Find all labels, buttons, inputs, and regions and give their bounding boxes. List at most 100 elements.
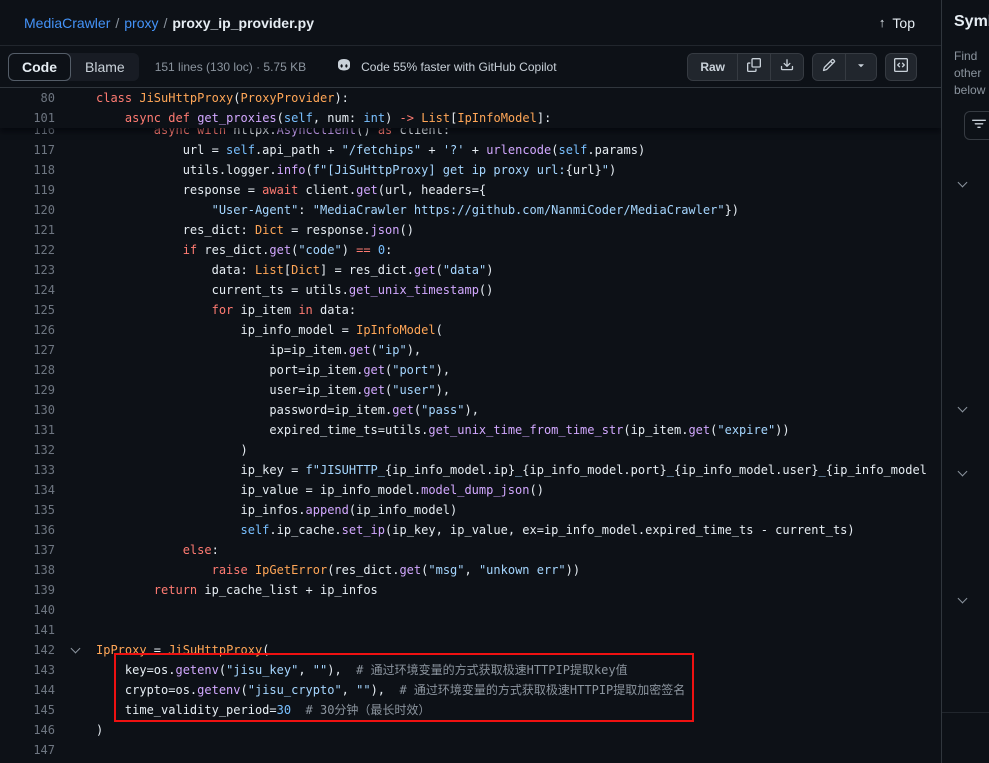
- gutter-space: [55, 480, 96, 500]
- symbols-panel-title: Symbols: [954, 13, 989, 31]
- line-number-143[interactable]: 143: [0, 660, 55, 680]
- line-number-126[interactable]: 126: [0, 320, 55, 340]
- filter-symbols-button[interactable]: [964, 111, 989, 140]
- line-number-123[interactable]: 123: [0, 260, 55, 280]
- line-number-144[interactable]: 144: [0, 680, 55, 700]
- collapse-chevron-icon[interactable]: [71, 643, 81, 653]
- scroll-to-top-button[interactable]: ↑ Top: [879, 15, 915, 31]
- line-number-139[interactable]: 139: [0, 580, 55, 600]
- code-line-138: 138 raise IpGetError(res_dict.get("msg",…: [0, 560, 941, 580]
- code-line-129: 129 user=ip_item.get("user"),: [0, 380, 941, 400]
- download-raw-button[interactable]: [770, 54, 803, 80]
- code-text: class JiSuHttpProxy(ProxyProvider):: [96, 88, 349, 108]
- edit-button-group: [812, 53, 877, 81]
- code-text: user=ip_item.get("user"),: [96, 380, 450, 400]
- code-text: port=ip_item.get("port"),: [96, 360, 450, 380]
- line-number-118[interactable]: 118: [0, 160, 55, 180]
- code-line-127: 127 ip=ip_item.get("ip"),: [0, 340, 941, 360]
- gutter-space: [55, 420, 96, 440]
- code-line-133: 133 ip_key = f"JISUHTTP_{ip_info_model.i…: [0, 460, 941, 480]
- line-number-130[interactable]: 130: [0, 400, 55, 420]
- line-number-131[interactable]: 131: [0, 420, 55, 440]
- line-number-142[interactable]: 142: [0, 640, 55, 660]
- gutter-space: [55, 500, 96, 520]
- line-number-138[interactable]: 138: [0, 560, 55, 580]
- tab-blame[interactable]: Blame: [71, 53, 139, 81]
- gutter-space: [55, 160, 96, 180]
- line-number-137[interactable]: 137: [0, 540, 55, 560]
- pencil-icon: [822, 58, 836, 75]
- gutter-space: [55, 108, 96, 128]
- line-number-135[interactable]: 135: [0, 500, 55, 520]
- code-line-119: 119 response = await client.get(url, hea…: [0, 180, 941, 200]
- file-meta: 151 lines (130 loc) · 5.75 KB: [155, 60, 306, 74]
- code-line-134: 134 ip_value = ip_info_model.model_dump_…: [0, 480, 941, 500]
- gutter-space: [55, 380, 96, 400]
- symbol-group-chevron-down-icon[interactable]: [958, 403, 968, 413]
- symbol-group-chevron-down-icon[interactable]: [958, 467, 968, 477]
- code-line-123: 123 data: List[Dict] = res_dict.get("dat…: [0, 260, 941, 280]
- line-number-101[interactable]: 101: [0, 108, 55, 128]
- line-number-147[interactable]: 147: [0, 740, 55, 760]
- symbols-panel-toggle-button[interactable]: [885, 53, 917, 81]
- breadcrumb: MediaCrawler / proxy / proxy_ip_provider…: [24, 15, 314, 31]
- code-text: self.ip_cache.set_ip(ip_key, ip_value, e…: [96, 520, 855, 540]
- code-text: ip_key = f"JISUHTTP_{ip_info_model.ip}_{…: [96, 460, 927, 480]
- file-header: MediaCrawler / proxy / proxy_ip_provider…: [0, 0, 941, 46]
- line-number-120[interactable]: 120: [0, 200, 55, 220]
- code-text: data: List[Dict] = res_dict.get("data"): [96, 260, 493, 280]
- gutter-space: [55, 560, 96, 580]
- code-text: if res_dict.get("code") == 0:: [96, 240, 392, 260]
- code-line-139: 139 return ip_cache_list + ip_infos: [0, 580, 941, 600]
- line-number-80[interactable]: 80: [0, 88, 55, 108]
- tab-code[interactable]: Code: [8, 53, 71, 81]
- line-number-121[interactable]: 121: [0, 220, 55, 240]
- line-number-124[interactable]: 124: [0, 280, 55, 300]
- copy-icon: [747, 58, 761, 75]
- code-area: 116 async with httpx.AsyncClient() as cl…: [0, 88, 941, 763]
- symbol-group-chevron-down-icon[interactable]: [958, 178, 968, 188]
- copy-raw-button[interactable]: [737, 54, 770, 80]
- gutter-space: [55, 660, 96, 680]
- line-number-140[interactable]: 140: [0, 600, 55, 620]
- code-text: expired_time_ts=utils.get_unix_time_from…: [96, 420, 790, 440]
- raw-button[interactable]: Raw: [688, 54, 737, 80]
- edit-file-button[interactable]: [813, 54, 845, 80]
- line-number-129[interactable]: 129: [0, 380, 55, 400]
- code-line-122: 122 if res_dict.get("code") == 0:: [0, 240, 941, 260]
- edit-dropdown-button[interactable]: [845, 54, 876, 80]
- code-line-142: 142IpProxy = JiSuHttpProxy(: [0, 640, 941, 660]
- gutter-space: [55, 180, 96, 200]
- code-lines: 116 async with httpx.AsyncClient() as cl…: [0, 88, 941, 760]
- code-line-80: 80 class JiSuHttpProxy(ProxyProvider):: [0, 88, 941, 108]
- line-number-119[interactable]: 119: [0, 180, 55, 200]
- line-number-146[interactable]: 146: [0, 720, 55, 740]
- code-line-144: 144 crypto=os.getenv("jisu_crypto", ""),…: [0, 680, 941, 700]
- breadcrumb-folder-link[interactable]: proxy: [124, 15, 158, 31]
- code-line-132: 132 ): [0, 440, 941, 460]
- line-number-136[interactable]: 136: [0, 520, 55, 540]
- code-text: ip_info_model = IpInfoModel(: [96, 320, 443, 340]
- gutter-space: [55, 680, 96, 700]
- line-number-125[interactable]: 125: [0, 300, 55, 320]
- code-line-101: 101 async def get_proxies(self, num: int…: [0, 108, 941, 128]
- gutter-space: [55, 280, 96, 300]
- line-number-133[interactable]: 133: [0, 460, 55, 480]
- code-text: key=os.getenv("jisu_key", ""), # 通过环境变量的…: [96, 660, 628, 680]
- line-number-134[interactable]: 134: [0, 480, 55, 500]
- symbols-description: Find other below: [954, 48, 985, 99]
- symbol-group-chevron-down-icon[interactable]: [958, 594, 968, 604]
- line-number-117[interactable]: 117: [0, 140, 55, 160]
- line-number-128[interactable]: 128: [0, 360, 55, 380]
- download-icon: [780, 58, 794, 75]
- line-number-132[interactable]: 132: [0, 440, 55, 460]
- symbols-description-line: other: [954, 65, 985, 82]
- symbols-sidebar: Symbols Find other below: [941, 0, 989, 763]
- breadcrumb-repo-link[interactable]: MediaCrawler: [24, 15, 110, 31]
- line-number-141[interactable]: 141: [0, 620, 55, 640]
- line-number-127[interactable]: 127: [0, 340, 55, 360]
- code-text: ): [96, 720, 103, 740]
- line-number-122[interactable]: 122: [0, 240, 55, 260]
- gutter-space: [55, 400, 96, 420]
- line-number-145[interactable]: 145: [0, 700, 55, 720]
